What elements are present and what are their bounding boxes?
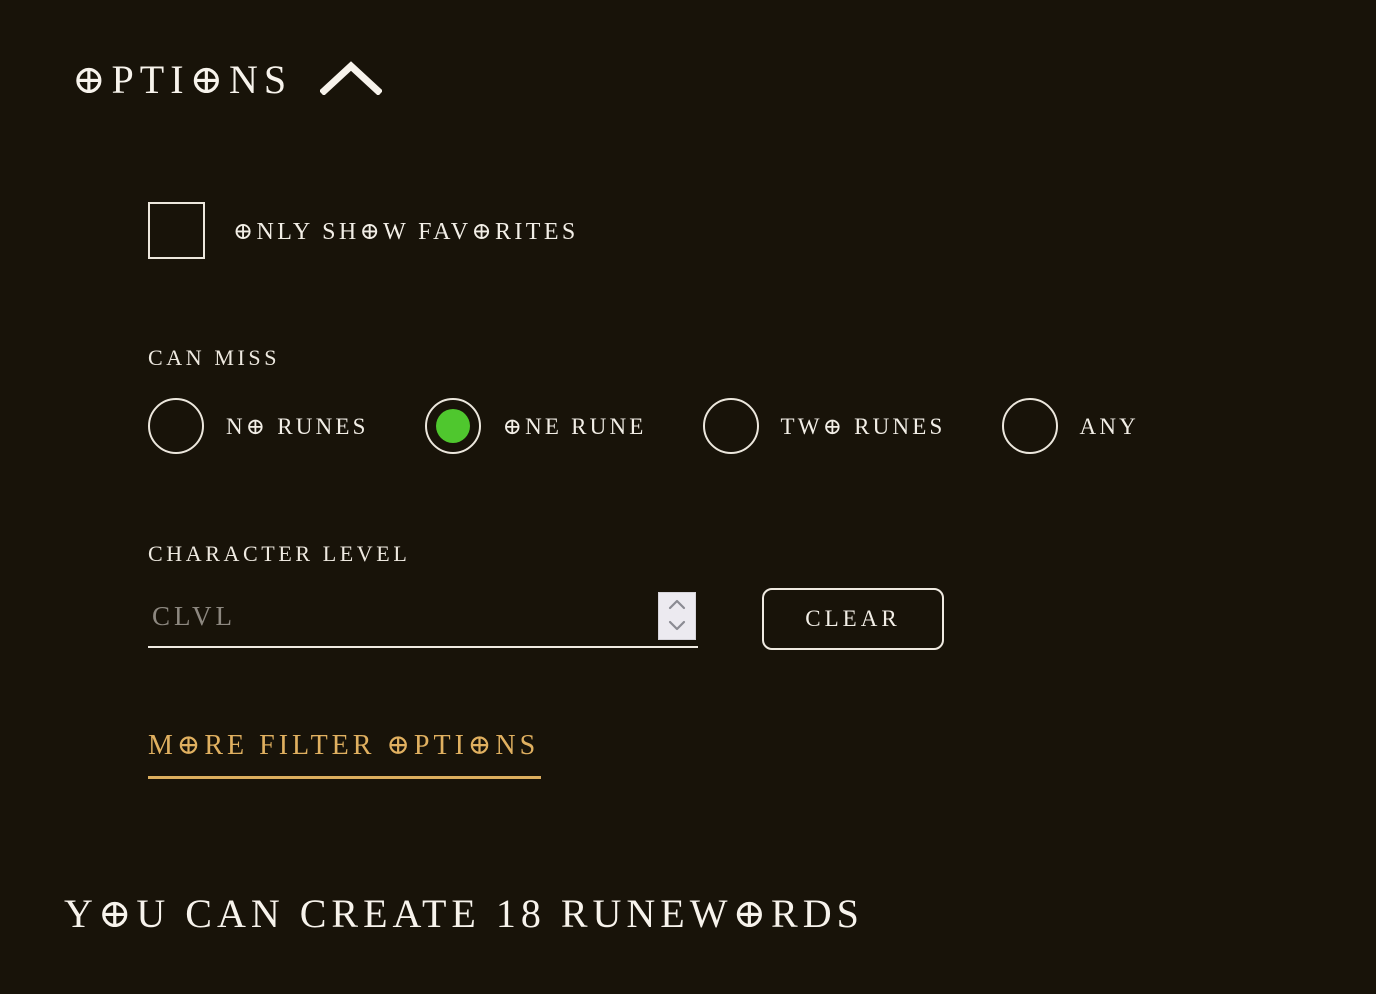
can-miss-label: CAN MISS (148, 345, 281, 370)
radio-circle-icon[interactable] (702, 398, 759, 454)
radio-dot (1013, 409, 1047, 443)
character-level-stepper[interactable] (658, 592, 696, 640)
radio-option-one-rune[interactable]: ⊕NE RUNE (424, 398, 647, 454)
character-level-row: CLEAR (148, 588, 944, 650)
character-level-field[interactable] (148, 590, 698, 648)
options-header-toggle[interactable]: ⊕PTI⊕NS (72, 57, 384, 102)
page-title: ⊕PTI⊕NS (72, 57, 293, 102)
radio-dot-selected (435, 409, 470, 443)
radio-circle-icon[interactable] (1001, 398, 1058, 454)
only-show-favorites-checkbox[interactable] (148, 202, 205, 259)
only-show-favorites-label: ⊕NLY SH⊕W FAV⊕RITES (233, 219, 579, 245)
runeword-count-status: Y⊕U CAN CREATE 18 RUNEW⊕RDS (64, 891, 864, 936)
radio-option-two-runes[interactable]: TW⊕ RUNES (702, 398, 946, 454)
radio-label-one-rune: ⊕NE RUNE (502, 414, 647, 439)
radio-option-no-runes[interactable]: N⊕ RUNES (148, 398, 369, 454)
radio-dot (159, 409, 193, 443)
radio-label-no-runes: N⊕ RUNES (226, 414, 369, 439)
character-level-input[interactable] (148, 590, 698, 646)
runeword-options-panel: ⊕PTI⊕NS ⊕NLY SH⊕W FAV⊕RITES CAN MISS N⊕ … (0, 0, 1376, 994)
clear-button[interactable]: CLEAR (762, 588, 944, 650)
more-filter-options-link[interactable]: M⊕RE FILTER ⊕PTI⊕NS (148, 728, 542, 779)
only-show-favorites-row[interactable]: ⊕NLY SH⊕W FAV⊕RITES (148, 202, 579, 259)
can-miss-radio-group: N⊕ RUNES ⊕NE RUNE TW⊕ RUNES ANY (148, 398, 1139, 454)
chevron-up-icon[interactable] (668, 597, 686, 615)
radio-dot (714, 409, 748, 443)
radio-circle-icon[interactable] (424, 398, 481, 454)
radio-circle-icon[interactable] (148, 398, 204, 454)
chevron-up-icon[interactable] (319, 60, 384, 100)
chevron-down-icon[interactable] (668, 618, 686, 636)
radio-label-any: ANY (1079, 414, 1139, 439)
character-level-label: CHARACTER LEVEL (148, 541, 411, 566)
radio-option-any[interactable]: ANY (1001, 398, 1139, 454)
radio-label-two-runes: TW⊕ RUNES (780, 414, 946, 439)
